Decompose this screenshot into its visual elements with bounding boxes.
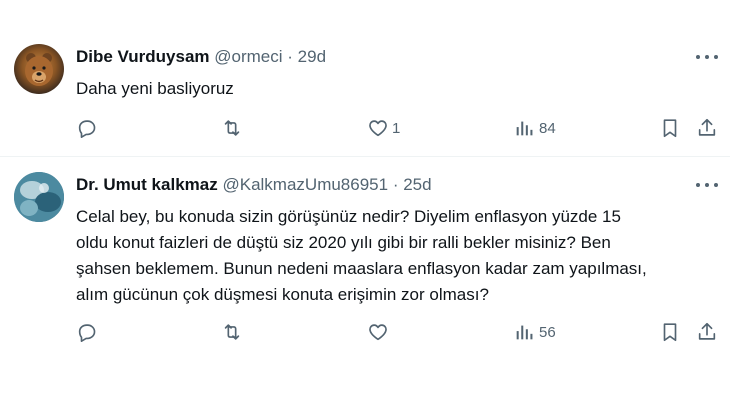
tweet-header: Dibe Vurduysam @ormeci · 29d: [76, 47, 326, 67]
views-button[interactable]: 84: [514, 116, 556, 140]
tweet[interactable]: Dr. Umut kalkmaz @KalkmazUmu86951 · 25d …: [0, 157, 730, 420]
like-button[interactable]: [367, 320, 395, 344]
user-avatar-icon: [14, 172, 64, 222]
tweet-text: Celal bey, bu konuda sizin görüşünüz ned…: [76, 204, 716, 308]
share-icon: [698, 322, 716, 340]
tweet-text-line: oldu konut faizleri de düştü siz 2020 yı…: [76, 233, 611, 252]
action-bar: 56: [0, 320, 730, 344]
avatar[interactable]: [14, 172, 64, 222]
share-button[interactable]: [696, 320, 718, 344]
share-button[interactable]: [696, 116, 718, 140]
analytics-icon: [516, 325, 533, 340]
separator: ·: [287, 47, 293, 66]
views-count: 56: [539, 323, 556, 341]
tweet-header: Dr. Umut kalkmaz @KalkmazUmu86951 · 25d: [76, 175, 432, 195]
reply-button[interactable]: [76, 116, 104, 140]
timestamp[interactable]: 29d: [298, 47, 326, 66]
reply-button[interactable]: [76, 320, 104, 344]
more-options-icon[interactable]: [696, 180, 718, 190]
bookmark-button[interactable]: [660, 116, 680, 140]
tweet[interactable]: Dibe Vurduysam @ormeci · 29d Daha yeni b…: [0, 0, 730, 156]
views-button[interactable]: 56: [514, 320, 556, 344]
heart-icon: [369, 324, 387, 341]
bookmark-icon: [663, 119, 677, 138]
heart-icon: [369, 120, 387, 137]
like-count: 1: [392, 119, 401, 137]
bookmark-button[interactable]: [660, 320, 680, 344]
action-bar: 1 84: [0, 116, 730, 140]
bookmark-icon: [663, 323, 677, 342]
tweet-text-line: Celal bey, bu konuda sizin görüşünüz ned…: [76, 207, 621, 226]
reply-icon: [78, 324, 96, 342]
separator: ·: [392, 175, 399, 194]
display-name[interactable]: Dr. Umut kalkmaz: [76, 175, 218, 194]
bear-avatar-icon: [25, 53, 53, 86]
like-button[interactable]: 1: [367, 116, 400, 140]
views-count: 84: [539, 119, 556, 137]
more-options-icon[interactable]: [696, 52, 718, 62]
tweet-text-line: şahsen beklemem. Bunun nedeni maaslara e…: [76, 259, 647, 278]
retweet-icon: [224, 324, 240, 340]
tweet-text-line: alım gücünun çok düşmesi konuta erişimin…: [76, 285, 489, 304]
retweet-icon: [224, 120, 240, 136]
user-handle[interactable]: @KalkmazUmu86951: [222, 175, 388, 194]
retweet-button[interactable]: [220, 116, 250, 140]
analytics-icon: [516, 121, 533, 136]
share-icon: [698, 118, 716, 136]
display-name[interactable]: Dibe Vurduysam: [76, 47, 210, 66]
user-handle[interactable]: @ormeci: [214, 47, 282, 66]
avatar[interactable]: [14, 44, 64, 94]
reply-icon: [78, 120, 96, 138]
retweet-button[interactable]: [220, 320, 250, 344]
tweet-text: Daha yeni basliyoruz: [76, 79, 234, 98]
timestamp[interactable]: 25d: [403, 175, 431, 194]
